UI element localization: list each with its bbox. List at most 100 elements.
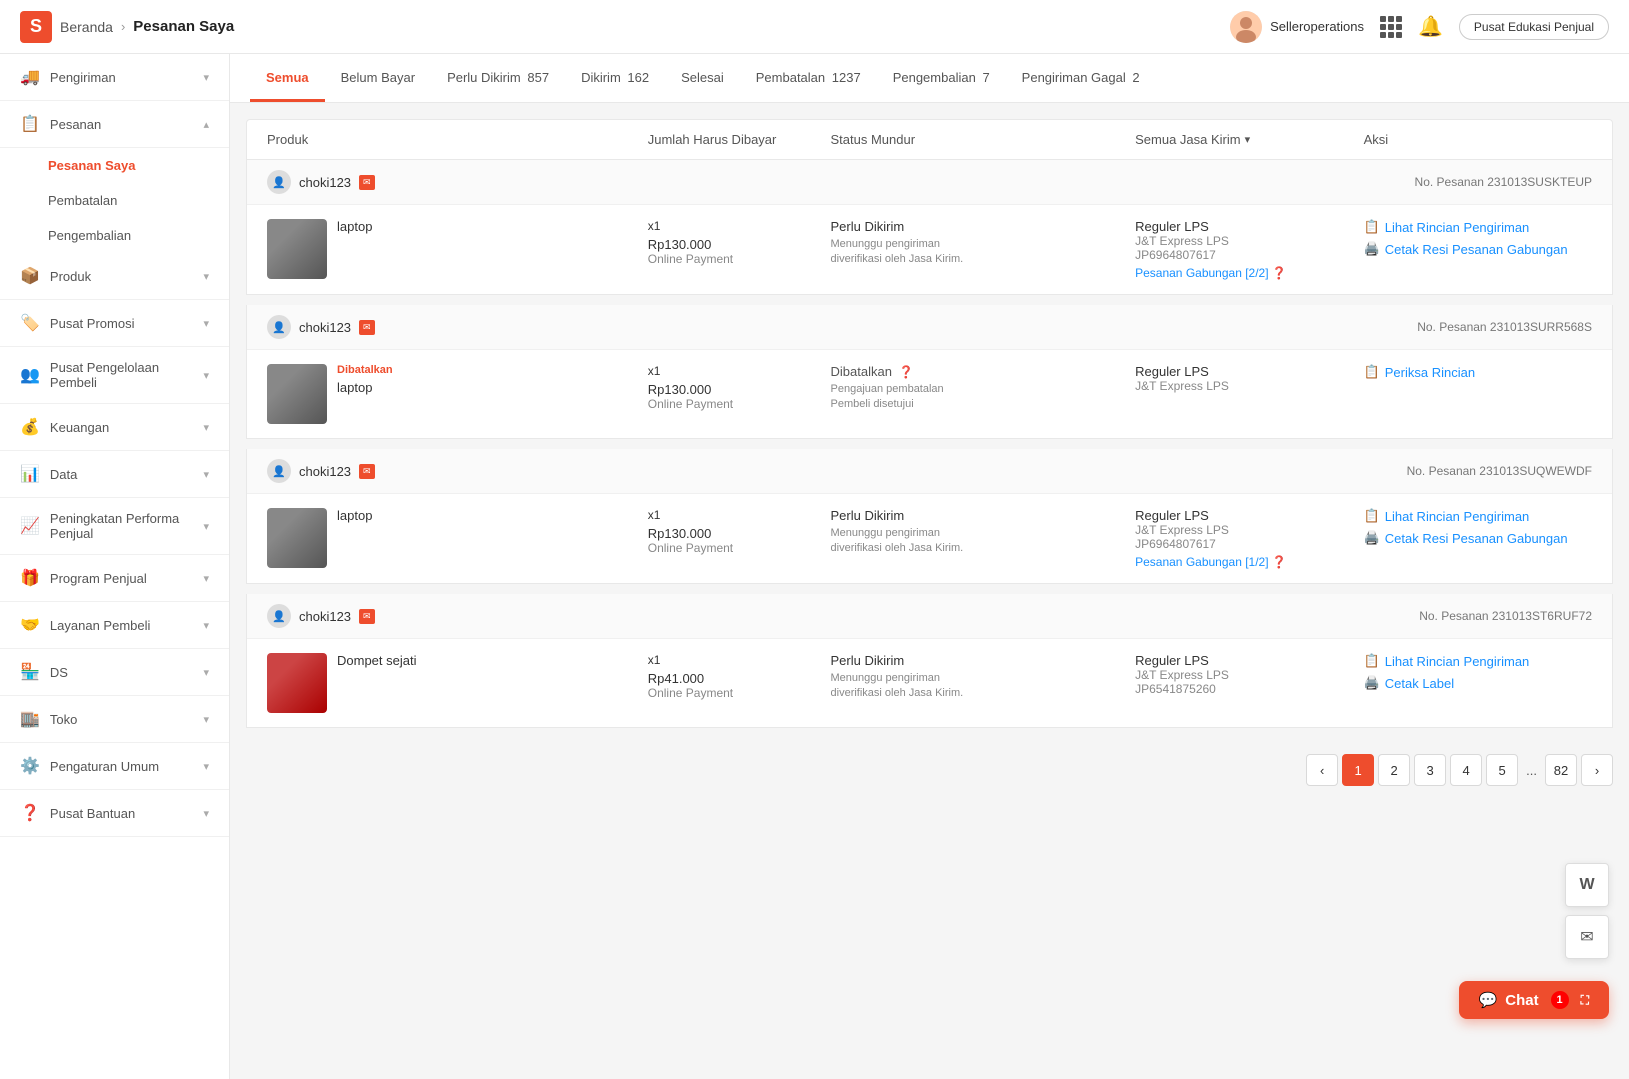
pagination-page-4[interactable]: 4: [1450, 754, 1482, 786]
chat-button[interactable]: 💬 Chat 1 ⛶: [1459, 981, 1609, 1019]
layanan-icon: 🤝: [20, 615, 40, 635]
action-link-check-detail-2[interactable]: 📋 Periksa Rincian: [1364, 364, 1592, 380]
table-row: 👤 choki123 ✉ No. Pesanan 231013ST6RUF72: [246, 594, 1613, 728]
action-link-shipping-detail-4[interactable]: 📋 Lihat Rincian Pengiriman: [1364, 653, 1592, 669]
logo-icon: S: [20, 11, 52, 43]
order-username-4: choki123: [299, 609, 351, 624]
sidebar-item-pusat-promosi[interactable]: 🏷️ Pusat Promosi ▾: [0, 300, 229, 347]
product-image-3: [267, 508, 327, 568]
shipping-col-1: Reguler LPS J&T Express LPS JP6964807617…: [1135, 219, 1363, 280]
tab-semua[interactable]: Semua: [250, 54, 325, 102]
order-payment-3: Online Payment: [648, 541, 831, 555]
tab-selesai[interactable]: Selesai: [665, 54, 740, 102]
sidebar-item-ds[interactable]: 🏪 DS ▾: [0, 649, 229, 696]
pagination: ‹ 1 2 3 4 5 ... 82 ›: [246, 738, 1613, 802]
pagination-page-2[interactable]: 2: [1378, 754, 1410, 786]
order-cards-group-2: 👤 choki123 ✉ No. Pesanan 231013SURR568S: [246, 305, 1613, 439]
product-col-3: laptop: [267, 508, 648, 568]
sidebar-item-peningkatan[interactable]: 📈 Peningkatan Performa Penjual ▾: [0, 498, 229, 555]
sidebar-item-layanan-pembeli[interactable]: 🤝 Layanan Pembeli ▾: [0, 602, 229, 649]
order-qty-1: x1: [648, 219, 831, 233]
combined-order-3[interactable]: Pesanan Gabungan [1/2] ❓: [1135, 555, 1363, 569]
apps-icon[interactable]: [1380, 16, 1402, 38]
sidebar-item-program-penjual[interactable]: 🎁 Program Penjual ▾: [0, 555, 229, 602]
action-link-print-label-4[interactable]: 🖨️ Cetak Label: [1364, 675, 1592, 691]
order-header-4: 👤 choki123 ✉ No. Pesanan 231013ST6RUF72: [247, 594, 1612, 639]
tab-pengembalian-label: Pengembalian: [893, 70, 976, 85]
sidebar-item-keuangan[interactable]: 💰 Keuangan ▾: [0, 404, 229, 451]
sidebar-item-pengelolaan-pembeli[interactable]: 👥 Pusat Pengelolaan Pembeli ▾: [0, 347, 229, 404]
sidebar-item-data[interactable]: 📊 Data ▾: [0, 451, 229, 498]
pagination-prev[interactable]: ‹: [1306, 754, 1338, 786]
action-link-print-receipt-1[interactable]: 🖨️ Cetak Resi Pesanan Gabungan: [1364, 241, 1592, 257]
produk-icon: 📦: [20, 266, 40, 286]
order-number-1: No. Pesanan 231013SUSKTEUP: [1415, 175, 1592, 189]
sidebar-item-pembatalan[interactable]: Pembatalan: [0, 183, 229, 218]
col-header-shipping[interactable]: Semua Jasa Kirim ▾: [1135, 132, 1363, 147]
order-header-1: 👤 choki123 ✉ No. Pesanan 231013SUSKTEUP: [247, 160, 1612, 205]
float-btn-mail[interactable]: ✉: [1565, 915, 1609, 959]
pagination-page-1[interactable]: 1: [1342, 754, 1374, 786]
document-icon: 📋: [1364, 508, 1380, 524]
sidebar: 🚚 Pengiriman ▾ 📋 Pesanan ▴ Pesanan Saya …: [0, 54, 230, 1079]
tab-dikirim-count: 162: [627, 70, 649, 85]
document-icon: 📋: [1364, 219, 1380, 235]
sidebar-label-pengiriman: Pengiriman: [50, 70, 116, 85]
tab-pengembalian[interactable]: Pengembalian 7: [877, 54, 1006, 102]
amount-col-1: x1 Rp130.000 Online Payment: [648, 219, 831, 266]
chevron-down-icon: ▾: [1245, 133, 1251, 146]
pagination-page-5[interactable]: 5: [1486, 754, 1518, 786]
pengiriman-icon: 🚚: [20, 67, 40, 87]
sidebar-item-pengembalian[interactable]: Pengembalian: [0, 218, 229, 253]
sidebar-label-layanan: Layanan Pembeli: [50, 618, 150, 633]
product-name-3: laptop: [337, 508, 372, 523]
notification-icon[interactable]: 🔔: [1418, 14, 1443, 39]
username-label: Selleroperations: [1270, 19, 1364, 34]
chevron-down-icon: ▾: [203, 71, 209, 84]
sidebar-item-pesanan[interactable]: 📋 Pesanan ▴: [0, 101, 229, 148]
tab-dikirim[interactable]: Dikirim 162: [565, 54, 665, 102]
user-avatar-small: 👤: [267, 459, 291, 483]
user-avatar-small: 👤: [267, 170, 291, 194]
order-payment-1: Online Payment: [648, 252, 831, 266]
breadcrumb-home[interactable]: Beranda: [60, 19, 113, 35]
sidebar-item-pesanan-saya[interactable]: Pesanan Saya: [0, 148, 229, 183]
print-icon: 🖨️: [1364, 530, 1380, 546]
sidebar-item-pengaturan[interactable]: ⚙️ Pengaturan Umum ▾: [0, 743, 229, 790]
sidebar-label-produk: Produk: [50, 269, 91, 284]
pagination-page-3[interactable]: 3: [1414, 754, 1446, 786]
sidebar-item-produk[interactable]: 📦 Produk ▾: [0, 253, 229, 300]
combined-order-link-1[interactable]: Pesanan Gabungan [2/2]: [1135, 266, 1268, 280]
col-header-status: Status Mundur: [831, 132, 983, 147]
order-row-4: Dompet sejati x1 Rp41.000 Online Payment…: [247, 639, 1612, 727]
header: S Beranda › Pesanan Saya Selleroperation…: [0, 0, 1629, 54]
sidebar-item-pusat-bantuan[interactable]: ❓ Pusat Bantuan ▾: [0, 790, 229, 837]
pagination-page-82[interactable]: 82: [1545, 754, 1577, 786]
pesanan-icon: 📋: [20, 114, 40, 134]
tab-belum-bayar[interactable]: Belum Bayar: [325, 54, 431, 102]
tab-perlu-dikirim-count: 857: [527, 70, 549, 85]
combined-order-link-3[interactable]: Pesanan Gabungan [1/2]: [1135, 555, 1268, 569]
user-avatar-small: 👤: [267, 315, 291, 339]
action-link-shipping-detail-3[interactable]: 📋 Lihat Rincian Pengiriman: [1364, 508, 1592, 524]
sidebar-item-toko[interactable]: 🏬 Toko ▾: [0, 696, 229, 743]
tab-pembatalan[interactable]: Pembatalan 1237: [740, 54, 877, 102]
action-label-4: Lihat Rincian Pengiriman: [1385, 509, 1530, 524]
action-link-shipping-detail-1[interactable]: 📋 Lihat Rincian Pengiriman: [1364, 219, 1592, 235]
action-link-print-receipt-3[interactable]: 🖨️ Cetak Resi Pesanan Gabungan: [1364, 530, 1592, 546]
help-icon: ❓: [1272, 555, 1287, 569]
combined-order-1[interactable]: Pesanan Gabungan [2/2] ❓: [1135, 266, 1363, 280]
edu-center-button[interactable]: Pusat Edukasi Penjual: [1459, 14, 1609, 40]
w-icon: W: [1579, 876, 1594, 894]
tab-pengembalian-count: 7: [982, 70, 989, 85]
chevron-down-icon: ▾: [203, 619, 209, 632]
order-username-1: choki123: [299, 175, 351, 190]
chevron-down-icon: ▾: [203, 807, 209, 820]
pagination-next[interactable]: ›: [1581, 754, 1613, 786]
tab-perlu-dikirim[interactable]: Perlu Dikirim 857: [431, 54, 565, 102]
order-user-3: 👤 choki123 ✉: [267, 459, 375, 483]
sidebar-item-pengiriman[interactable]: 🚚 Pengiriman ▾: [0, 54, 229, 101]
shipping-service-4: Reguler LPS: [1135, 653, 1363, 668]
float-btn-w[interactable]: W: [1565, 863, 1609, 907]
tab-pengiriman-gagal[interactable]: Pengiriman Gagal 2: [1006, 54, 1156, 102]
